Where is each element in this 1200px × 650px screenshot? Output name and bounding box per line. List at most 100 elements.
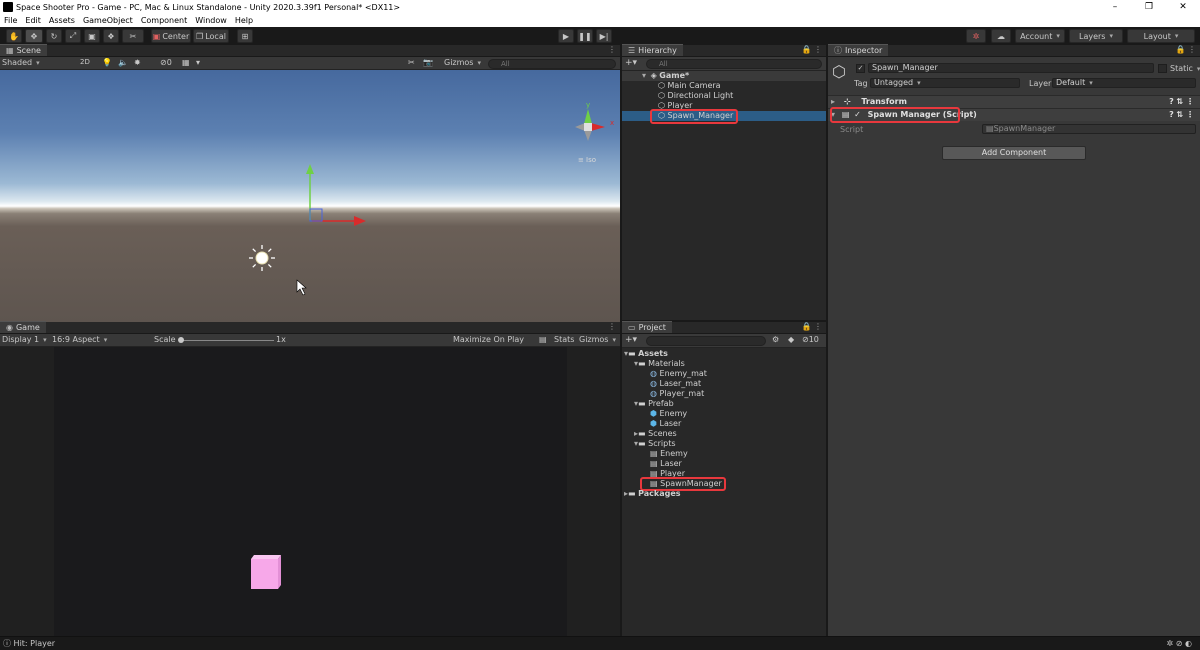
asset-row[interactable]: ◍ Laser_mat [622, 379, 826, 389]
status-icons[interactable]: ✲ ⊘ ◐ [1167, 637, 1192, 650]
asset-row[interactable]: ◍ Player_mat [622, 389, 826, 399]
add-component-button[interactable]: Add Component [942, 146, 1086, 160]
folder-row[interactable]: ▾▬ Materials [622, 359, 826, 369]
lock-menu-icon[interactable]: 🔒 ⋮ [1175, 45, 1196, 54]
menu-file[interactable]: File [4, 16, 17, 25]
tab-hierarchy[interactable]: ☰ Hierarchy [622, 44, 683, 56]
tab-project[interactable]: ▭ Project [622, 321, 672, 333]
grid-toggle-icon[interactable]: ▦ [182, 58, 190, 67]
static-checkbox[interactable] [1158, 64, 1167, 73]
orientation-gizmo[interactable] [575, 109, 605, 141]
hidden-objects-toggle[interactable]: ⊘0 [160, 58, 172, 67]
menu-component[interactable]: Component [141, 16, 187, 25]
folder-row[interactable]: ▾▬ Prefab [622, 399, 826, 409]
rect-tool-button[interactable]: ▣ [84, 29, 100, 43]
expand-arrow-icon[interactable]: ▾ [642, 71, 646, 80]
asset-row[interactable]: ◍ Enemy_mat [622, 369, 826, 379]
directional-light-icon[interactable] [249, 245, 275, 271]
custom-tool-button[interactable]: ✂ [122, 29, 144, 43]
create-plus-button[interactable]: +▾ [625, 58, 637, 68]
account-dropdown[interactable]: Account [1015, 29, 1065, 43]
cloud-button[interactable]: ☁ [991, 29, 1011, 43]
tag-dropdown[interactable]: Untagged [870, 78, 1020, 88]
collab-button[interactable]: ✲ [966, 29, 986, 43]
menu-window[interactable]: Window [195, 16, 227, 25]
hierarchy-search-input[interactable]: All [646, 59, 822, 69]
grid-snap-button[interactable]: ⊞ [237, 29, 253, 43]
pause-button[interactable]: ❚❚ [577, 29, 593, 43]
scene-gizmos-dropdown[interactable]: Gizmos [444, 58, 481, 67]
active-checkbox[interactable]: ✓ [856, 64, 865, 73]
hierarchy-item[interactable]: ⬡ Directional Light [622, 91, 826, 101]
asset-row[interactable]: ⬢ Laser [622, 419, 826, 429]
menu-gameobject[interactable]: GameObject [83, 16, 133, 25]
minimize-button[interactable]: – [1098, 0, 1132, 14]
rotate-tool-button[interactable]: ↻ [46, 29, 62, 43]
lock-menu-icon[interactable]: 🔒 ⋮ [801, 45, 822, 54]
static-dropdown[interactable]: Static [1170, 64, 1200, 73]
scale-slider-handle[interactable] [178, 337, 184, 343]
panel-menu-icon[interactable]: ⋮ [608, 322, 616, 331]
menu-help[interactable]: Help [235, 16, 253, 25]
mute-audio-icon[interactable]: ▤ [539, 335, 547, 344]
game-viewport[interactable] [0, 347, 620, 636]
game-gizmos-dropdown[interactable]: Gizmos [579, 335, 616, 344]
display-dropdown[interactable]: Display 1 [2, 335, 48, 344]
layout-dropdown[interactable]: Layout [1127, 29, 1195, 43]
scene-root-row[interactable]: ▾ ◈ Game* [622, 71, 826, 81]
scene-viewport[interactable]: y x ≡ Iso [0, 70, 620, 322]
component-actions-icon[interactable]: ? ⇅ ⋮ [1169, 109, 1194, 121]
step-button[interactable]: ▶| [596, 29, 612, 43]
menu-assets[interactable]: Assets [49, 16, 75, 25]
effects-icon[interactable]: ✸ [134, 58, 141, 67]
folder-row[interactable]: ▾▬ Scripts [622, 439, 826, 449]
shading-mode-dropdown[interactable]: Shaded [2, 58, 74, 69]
collapse-arrow-icon[interactable]: ▸ [831, 97, 835, 106]
maximize-on-play-toggle[interactable]: Maximize On Play [453, 335, 524, 344]
pivot-local-button[interactable]: ❒ Local [193, 29, 229, 43]
project-search-input[interactable] [646, 336, 766, 346]
hand-tool-button[interactable]: ✋ [6, 29, 22, 43]
scale-tool-button[interactable]: ⤢ [65, 29, 81, 43]
folder-assets-row[interactable]: ▾▬ Assets [622, 349, 826, 359]
tools-settings-icon[interactable]: ✂ [408, 58, 415, 67]
lock-menu-icon[interactable]: 🔒 ⋮ [801, 322, 822, 331]
tab-scene[interactable]: ▦ Scene [0, 44, 47, 56]
overflow-dropdown-icon[interactable]: ▾ [196, 58, 200, 67]
iso-icon[interactable]: ≡ [578, 156, 584, 164]
asset-row[interactable]: ⬢ Enemy [622, 409, 826, 419]
move-gizmo[interactable] [306, 164, 366, 226]
hidden-packages-toggle[interactable]: ⊘10 [802, 335, 819, 344]
scene-search-input[interactable]: All [488, 59, 616, 69]
play-button[interactable]: ▶ [558, 29, 574, 43]
filter-label-icon[interactable]: ◆ [788, 335, 794, 344]
lighting-icon[interactable]: 💡 [102, 58, 112, 67]
folder-row[interactable]: ▸▬ Scenes [622, 429, 826, 439]
tab-game[interactable]: ◉ Game [0, 321, 46, 333]
menu-edit[interactable]: Edit [25, 16, 41, 25]
create-plus-button[interactable]: +▾ [625, 335, 637, 345]
panel-menu-icon[interactable]: ⋮ [608, 45, 616, 54]
audio-icon[interactable]: 🔈 [118, 58, 128, 67]
close-button[interactable]: ✕ [1166, 0, 1200, 14]
camera-icon[interactable]: 📷 [423, 58, 433, 67]
scale-slider-track[interactable] [180, 340, 274, 341]
projection-label[interactable]: Iso [586, 156, 596, 164]
move-tool-button[interactable]: ✥ [25, 29, 43, 43]
filter-type-icon[interactable]: ⚙ [772, 335, 779, 344]
hierarchy-item[interactable]: ⬡ Main Camera [622, 81, 826, 91]
transform-tool-button[interactable]: ❖ [103, 29, 119, 43]
folder-packages-row[interactable]: ▸▬ Packages [622, 489, 826, 499]
2d-toggle[interactable]: 2D [80, 58, 94, 69]
stats-toggle[interactable]: Stats [554, 335, 574, 344]
tab-inspector[interactable]: ⓘ Inspector [828, 44, 889, 56]
component-actions-icon[interactable]: ? ⇅ ⋮ [1169, 96, 1194, 108]
pivot-center-button[interactable]: ▣ Center [151, 29, 191, 43]
maximize-button[interactable]: ❐ [1132, 0, 1166, 14]
layer-dropdown[interactable]: Default [1052, 78, 1196, 88]
layers-dropdown[interactable]: Layers [1069, 29, 1123, 43]
asset-row[interactable]: ▤ Enemy [622, 449, 826, 459]
object-name-field[interactable]: Spawn_Manager [868, 63, 1154, 73]
aspect-dropdown[interactable]: 16:9 Aspect [52, 335, 148, 344]
asset-row[interactable]: ▤ Laser [622, 459, 826, 469]
